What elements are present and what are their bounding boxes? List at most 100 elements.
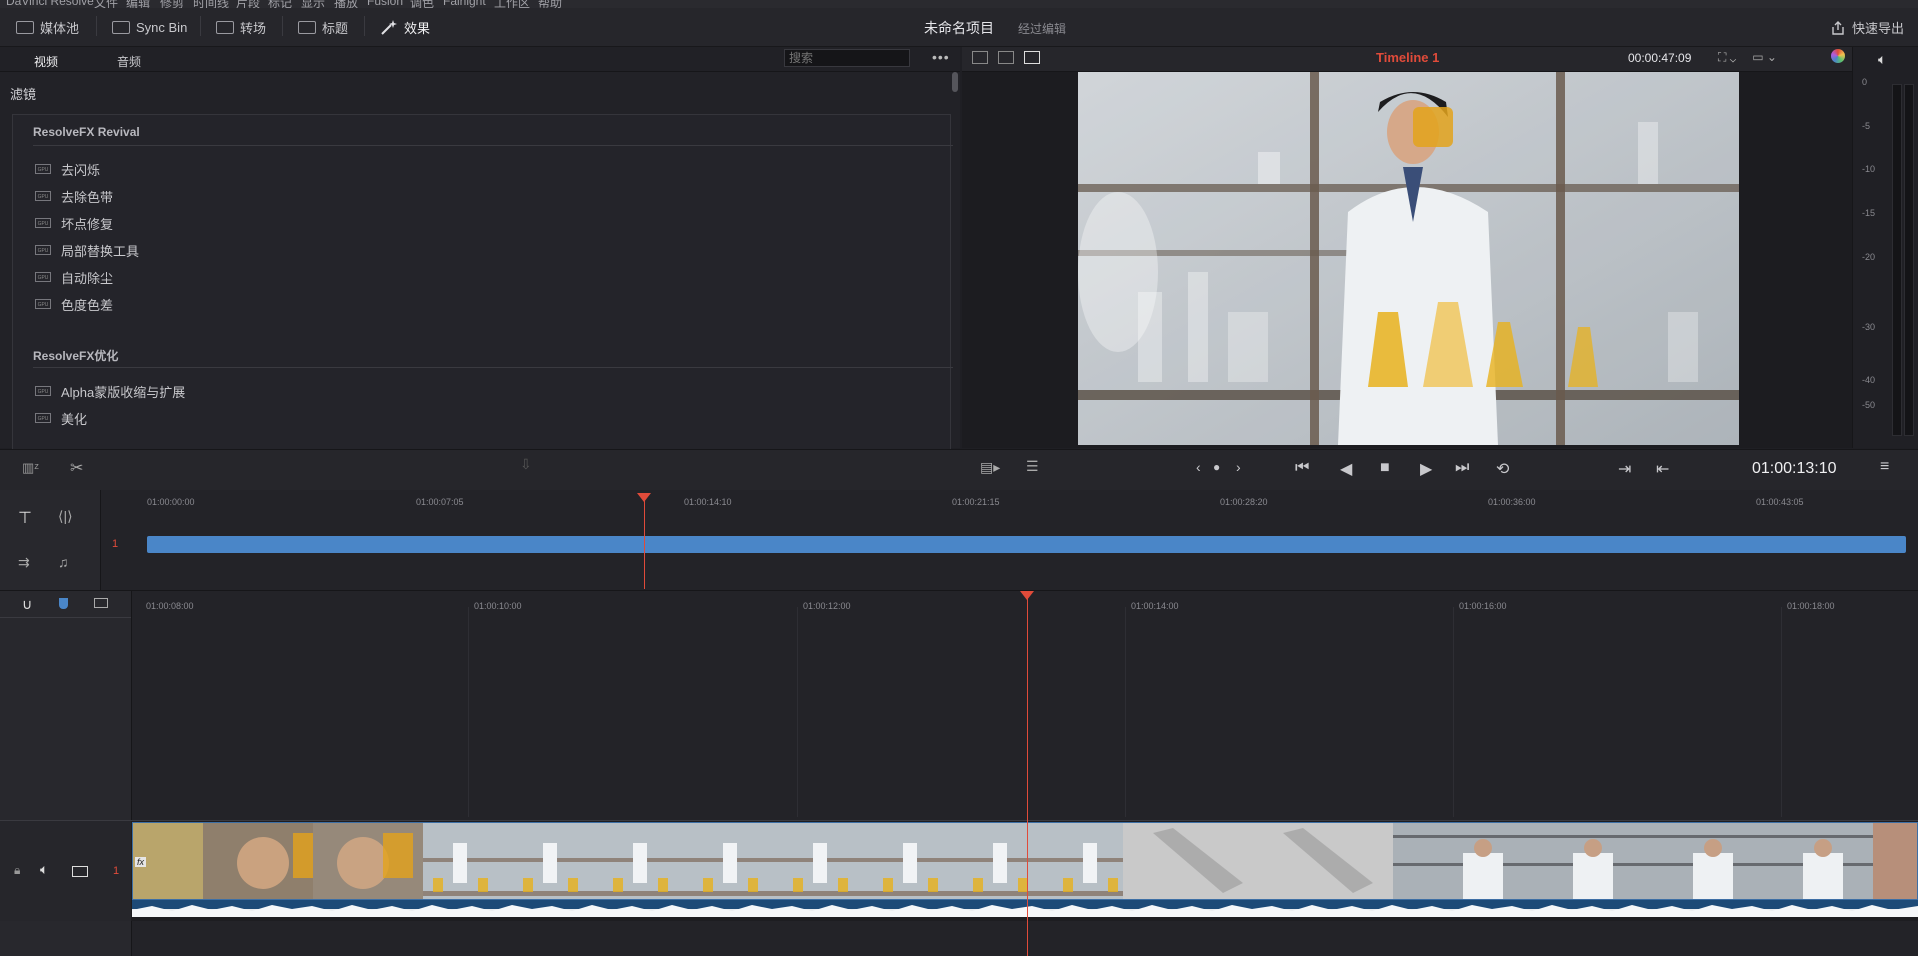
project-title: 未命名项目: [924, 20, 994, 36]
menu-color[interactable]: 调色: [410, 0, 434, 8]
jog-prev-icon[interactable]: ‹: [1196, 459, 1201, 475]
speaker-icon[interactable]: 🔈︎: [40, 861, 48, 878]
sync-bin-button[interactable]: Sync Bin: [112, 16, 187, 38]
effects-group-title[interactable]: ResolveFX优化: [33, 347, 118, 364]
track-dest-icon[interactable]: ⇉: [18, 554, 30, 571]
effect-label: 美化: [61, 411, 88, 427]
ruler-label: 01:00:10:00: [474, 601, 522, 611]
effects-button[interactable]: 效果: [380, 16, 430, 38]
effect-item[interactable]: GPU 去闪烁: [35, 159, 100, 179]
gpu-icon: GPU: [35, 272, 51, 282]
effect-item[interactable]: GPU 自动除尘: [35, 267, 113, 287]
insert-clip-icon[interactable]: ⇩: [520, 456, 532, 473]
effect-item[interactable]: GPU 色度色差: [35, 294, 113, 314]
ruler-label: 01:00:36:00: [1488, 497, 1536, 507]
fx-badge[interactable]: fx: [135, 857, 147, 867]
menu-icon[interactable]: ≡: [1880, 458, 1889, 476]
single-viewer-icon[interactable]: [972, 51, 988, 64]
mini-playhead: [644, 493, 645, 589]
effect-item[interactable]: GPU 坏点修复: [35, 213, 113, 233]
current-timecode: 01:00:13:10: [1752, 460, 1837, 477]
video-frame[interactable]: [1078, 72, 1739, 445]
zoom-icon[interactable]: ⛶ ⌄: [1718, 50, 1736, 65]
adjust-icon[interactable]: ☰: [1026, 458, 1039, 475]
next-edit-icon[interactable]: ⇥: [1618, 459, 1631, 479]
video-toggle-icon[interactable]: [72, 866, 88, 877]
speaker-icon[interactable]: 🔈︎: [1878, 51, 1886, 68]
jog-next-icon[interactable]: ›: [1236, 459, 1241, 475]
menu-app[interactable]: DaVinci Resolve: [6, 0, 94, 8]
magnet-icon[interactable]: ∪: [22, 596, 32, 613]
play-reverse-icon[interactable]: ◀: [1340, 459, 1352, 479]
effects-scrollbar[interactable]: [952, 72, 958, 92]
ruler-label: 01:00:14:10: [684, 497, 732, 507]
timeline-name[interactable]: Timeline 1: [1376, 50, 1439, 65]
stop-icon[interactable]: ■: [1380, 459, 1390, 477]
viewer-options: ⛶ ⌄ ▭ ⌄: [1718, 50, 1777, 65]
go-to-end-icon[interactable]: ⏭: [1455, 459, 1469, 477]
menu-file[interactable]: 文件: [94, 0, 118, 8]
media-pool-icon: [16, 20, 34, 34]
menu-clip[interactable]: 片段: [236, 0, 260, 8]
effect-label: 局部替换工具: [61, 243, 140, 259]
effect-item[interactable]: GPU 去除色带: [35, 186, 113, 206]
menu-view[interactable]: 显示: [301, 0, 325, 8]
effects-group-title[interactable]: ResolveFX Revival: [33, 125, 140, 139]
jog-dot-icon[interactable]: ●: [1213, 460, 1220, 474]
strip-viewer-icon[interactable]: [1024, 51, 1040, 64]
mini-timeline-clip[interactable]: [147, 536, 1906, 553]
media-pool-button[interactable]: 媒体池: [16, 16, 79, 38]
effects-search-input[interactable]: [784, 49, 910, 67]
audio-dest-icon[interactable]: ♫: [58, 554, 69, 570]
menu-workspace[interactable]: 工作区: [494, 0, 530, 8]
viewer-layout-buttons: [972, 51, 1040, 64]
marker-icon[interactable]: [94, 598, 108, 608]
menu-edit[interactable]: 编辑: [126, 0, 150, 8]
effect-item[interactable]: GPU 美化: [35, 408, 87, 428]
effects-label: 效果: [404, 20, 431, 36]
menu-fairlight[interactable]: Fairlight: [443, 0, 486, 8]
effects-heading: 滤镜: [10, 87, 37, 102]
transitions-button[interactable]: 转场: [216, 16, 266, 38]
lock-icon[interactable]: 🔒︎: [14, 863, 20, 878]
tab-audio[interactable]: 音频: [117, 53, 141, 70]
menu-fusion[interactable]: Fusion: [367, 0, 403, 8]
color-wheel-icon[interactable]: [1831, 49, 1845, 63]
track-header-1: 🔒︎ 🔈︎ 1: [0, 820, 131, 921]
quick-export-button[interactable]: 快速导出: [1830, 18, 1904, 37]
dual-viewer-icon[interactable]: [998, 51, 1014, 64]
prev-edit-icon[interactable]: ⇤: [1656, 459, 1669, 479]
meter-tick: -15: [1862, 208, 1876, 218]
menu-help[interactable]: 帮助: [538, 0, 562, 8]
loop-icon[interactable]: ⟲: [1496, 459, 1509, 479]
track-number: 1: [113, 865, 120, 877]
effect-item[interactable]: GPU 局部替换工具: [35, 240, 139, 260]
tab-video[interactable]: 视频: [34, 53, 58, 70]
effect-item[interactable]: GPU Alpha蒙版收缩与扩展: [35, 381, 185, 401]
trim-tool-icon[interactable]: ⟨|⟩: [58, 508, 73, 525]
menu-timeline[interactable]: 时间线: [193, 0, 229, 8]
go-to-start-icon[interactable]: ⏮: [1295, 459, 1309, 477]
ruler-label: 01:00:28:20: [1220, 497, 1268, 507]
menu-trim[interactable]: 修剪: [160, 0, 184, 8]
magic-wand-icon: [381, 20, 397, 35]
menu-playback[interactable]: 播放: [334, 0, 358, 8]
smart-insert-icon[interactable]: ▥ᶻ: [22, 460, 39, 476]
meter-bar-right: [1904, 84, 1914, 436]
display-icon[interactable]: ▭ ⌄: [1752, 50, 1777, 65]
playback-mode-icon[interactable]: ▤▸: [980, 459, 1000, 476]
effect-label: 自动除尘: [61, 270, 114, 286]
menu-bar: DaVinci Resolve 文件 编辑 修剪 时间线 片段 标记 显示 播放…: [0, 0, 1918, 8]
titles-button[interactable]: 标题: [298, 16, 348, 38]
video-clip-strip[interactable]: [132, 822, 1918, 900]
more-options-icon[interactable]: •••: [932, 49, 950, 65]
snap-tool-icon[interactable]: ⊤: [18, 508, 32, 528]
flag-icon[interactable]: [59, 598, 68, 609]
menu-mark[interactable]: 标记: [268, 0, 292, 8]
sync-bin-icon: [112, 20, 130, 34]
project-status: 经过编辑: [1018, 22, 1067, 36]
play-icon[interactable]: ▶: [1420, 459, 1432, 479]
razor-icon[interactable]: ✂: [70, 458, 83, 478]
ruler-label: 01:00:16:00: [1459, 601, 1507, 611]
export-icon: [1832, 20, 1844, 35]
